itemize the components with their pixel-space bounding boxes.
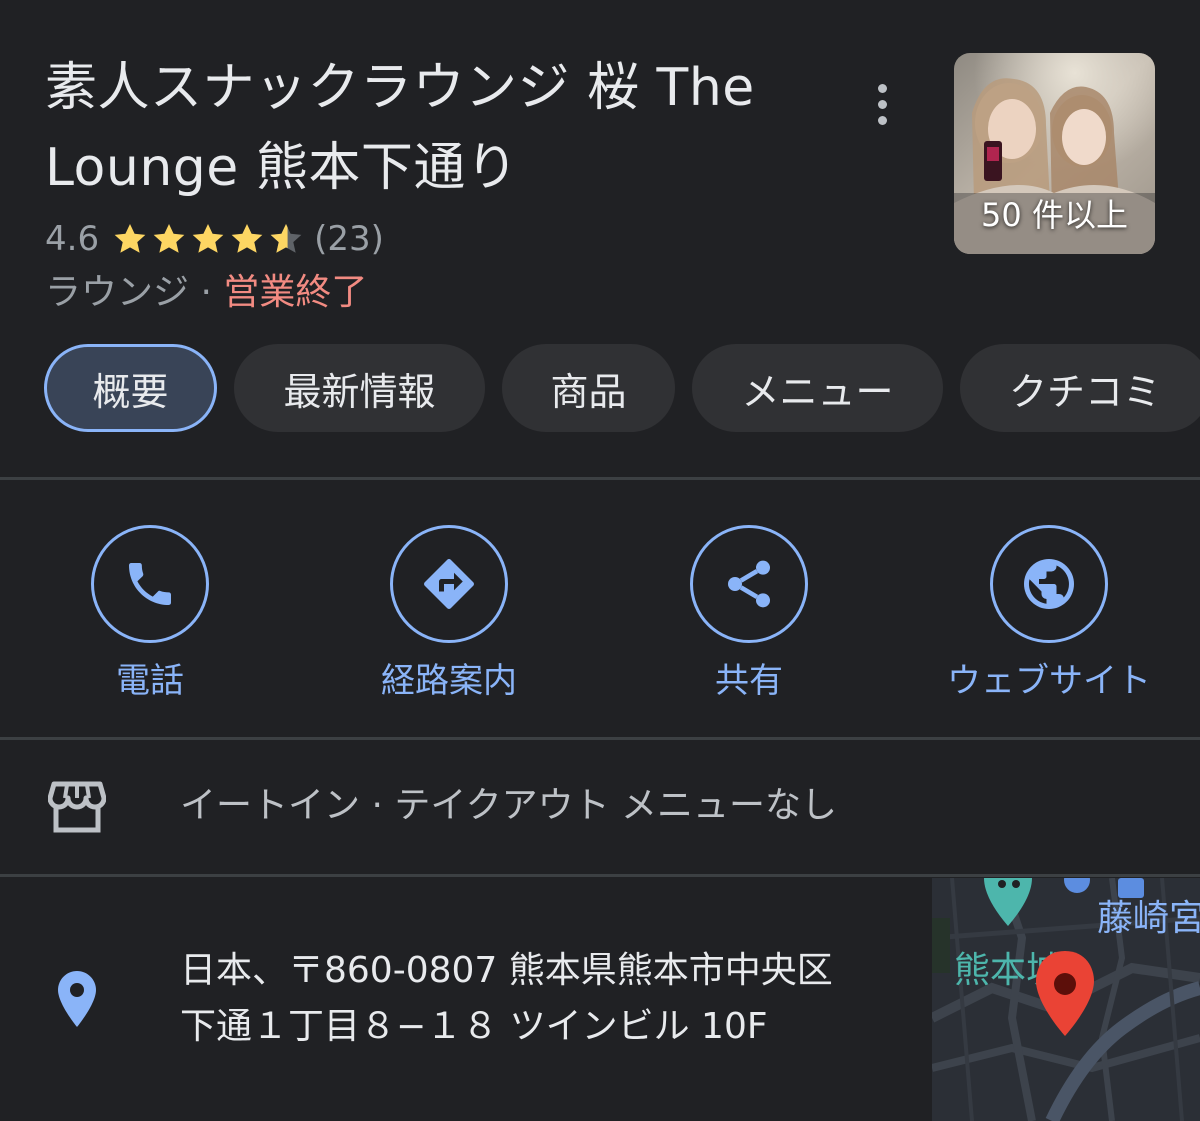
share-icon <box>728 560 770 608</box>
share-button[interactable]: 共有 <box>599 525 899 702</box>
directions-label: 経路案内 <box>381 661 517 701</box>
photo-thumbnail[interactable]: 50 件以上 <box>954 53 1155 254</box>
call-label: 電話 <box>116 661 184 701</box>
directions-icon <box>424 559 474 609</box>
half-star-icon <box>270 223 302 253</box>
address-row[interactable]: 日本、〒860-0807 熊本県熊本市中央区 下通１丁目８−１８ ツインビル 1… <box>0 877 930 1121</box>
directions-button-circle[interactable] <box>390 525 508 643</box>
separator: · <box>189 272 224 313</box>
address-line-1: 日本、〒860-0807 熊本県熊本市中央区 <box>180 950 833 991</box>
place-title-line-2: Lounge 熊本下通り <box>45 138 519 198</box>
place-title: 素人スナックラウンジ 桜 The Lounge 熊本下通り <box>45 48 835 208</box>
star-icon <box>153 223 185 253</box>
call-button[interactable]: 電話 <box>0 525 300 702</box>
category-label: ラウンジ <box>45 272 190 313</box>
map-thumbnail[interactable]: 藤崎宮 熊本城 <box>932 878 1200 1121</box>
photo-count-label: 50 件以上 <box>981 196 1128 234</box>
address-text: 日本、〒860-0807 熊本県熊本市中央区 下通１丁目８−１８ ツインビル 1… <box>180 943 833 1055</box>
star-rating <box>111 220 306 258</box>
globe-icon <box>1024 559 1074 609</box>
share-label: 共有 <box>715 661 783 701</box>
category-status-row: ラウンジ · 営業終了 <box>45 268 367 318</box>
directions-button[interactable]: 経路案内 <box>299 525 599 702</box>
phone-icon <box>129 563 171 605</box>
rating-value: 4.6 <box>45 219 100 259</box>
address-line-2: 下通１丁目８−１８ ツインビル 10F <box>180 1006 768 1047</box>
more-options-icon[interactable] <box>860 80 904 128</box>
star-icon <box>231 223 263 253</box>
tab-bar: 概要 最新情報 商品 メニュー クチコミ <box>0 344 1200 436</box>
tab-products[interactable]: 商品 <box>502 344 675 432</box>
website-label: ウェブサイト <box>947 661 1151 701</box>
star-icon <box>192 223 224 253</box>
website-button-circle[interactable] <box>990 525 1108 643</box>
tab-updates[interactable]: 最新情報 <box>234 344 485 432</box>
website-button[interactable]: ウェブサイト <box>899 525 1199 702</box>
storefront-icon <box>48 781 106 833</box>
tab-reviews[interactable]: クチコミ <box>960 344 1200 432</box>
call-button-circle[interactable] <box>91 525 209 643</box>
divider <box>0 477 1200 480</box>
location-pin-icon <box>58 971 96 1027</box>
rating-row[interactable]: 4.6 (23) <box>45 215 384 263</box>
share-button-circle[interactable] <box>690 525 808 643</box>
map-label-shrine: 藤崎宮 <box>1097 898 1200 939</box>
service-options-row[interactable]: イートイン · テイクアウト メニューなし <box>0 740 930 874</box>
map-image: 藤崎宮 熊本城 <box>932 878 1200 1121</box>
star-icon <box>114 223 146 253</box>
tab-overview[interactable]: 概要 <box>44 344 217 432</box>
status-closed: 営業終了 <box>223 272 368 313</box>
place-title-line-1: 素人スナックラウンジ 桜 The <box>45 58 755 118</box>
tab-menu[interactable]: メニュー <box>692 344 943 432</box>
service-options-text: イートイン · テイクアウト メニューなし <box>180 785 838 826</box>
review-count: (23) <box>314 219 384 259</box>
